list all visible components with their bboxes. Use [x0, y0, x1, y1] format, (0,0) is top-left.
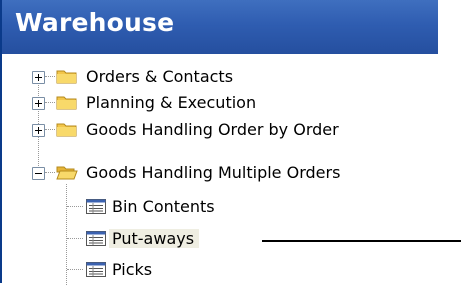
panel-header: Warehouse	[2, 0, 438, 54]
tree-connector	[67, 206, 83, 207]
tree-item-bin-contents[interactable]: Bin Contents	[0, 194, 440, 220]
tree-item-label: Picks	[112, 260, 153, 279]
tree-item-label: Put-aways	[109, 229, 200, 248]
tree-item-label: Orders & Contacts	[86, 67, 234, 86]
tree-item-label: Goods Handling Multiple Orders	[86, 163, 341, 182]
tree-connector	[45, 76, 55, 77]
tree-connector	[67, 238, 83, 239]
tree-connector	[45, 172, 55, 173]
tree-item-picks[interactable]: Picks	[0, 257, 440, 283]
tree-item-put-aways[interactable]: Put-aways	[0, 226, 440, 252]
tree-connector	[45, 129, 55, 130]
expand-icon[interactable]	[32, 71, 45, 84]
tree-item-planning-execution[interactable]: Planning & Execution	[0, 90, 440, 116]
folder-icon	[56, 123, 77, 137]
tree-connector	[67, 269, 83, 270]
tree-item-label: Bin Contents	[112, 197, 215, 216]
collapse-icon[interactable]	[32, 167, 45, 180]
navigation-tree: Orders & Contacts Planning & Execution G…	[0, 54, 440, 285]
expand-icon[interactable]	[32, 97, 45, 110]
list-form-icon	[86, 231, 106, 246]
tree-item-label: Goods Handling Order by Order	[86, 120, 339, 139]
tree-connector	[45, 102, 55, 103]
tree-item-goods-handling-order[interactable]: Goods Handling Order by Order	[0, 117, 440, 143]
annotation-pointer-line	[262, 240, 461, 242]
expand-icon[interactable]	[32, 124, 45, 137]
folder-open-icon	[56, 166, 78, 180]
folder-icon	[56, 70, 77, 84]
tree-item-orders-contacts[interactable]: Orders & Contacts	[0, 64, 440, 90]
tree-item-goods-handling-multiple[interactable]: Goods Handling Multiple Orders	[0, 160, 440, 186]
tree-item-label: Planning & Execution	[86, 93, 257, 112]
list-form-icon	[86, 199, 106, 214]
folder-icon	[56, 96, 77, 110]
panel-title: Warehouse	[15, 8, 175, 37]
list-form-icon	[86, 262, 106, 277]
